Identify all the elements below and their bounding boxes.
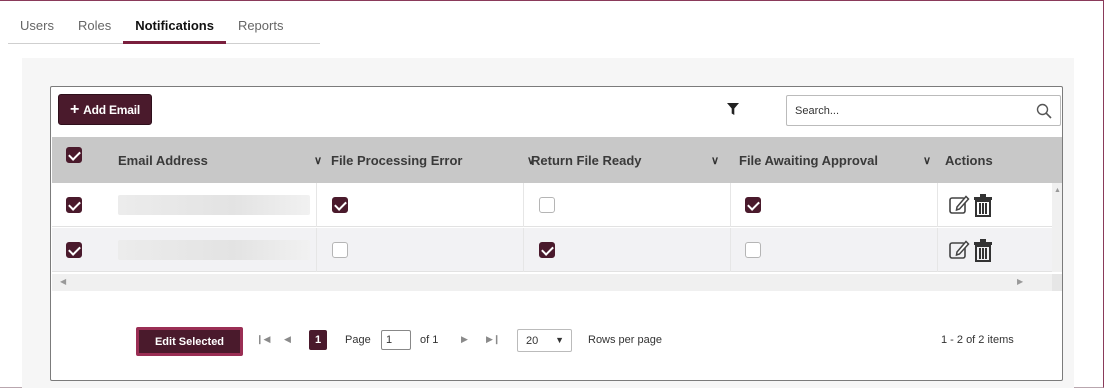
- search-box: [786, 95, 1061, 126]
- search-input[interactable]: [787, 96, 1017, 125]
- column-return-file-ready[interactable]: Return File Ready ∨: [531, 137, 736, 183]
- chevron-down-icon[interactable]: ∨: [923, 154, 931, 167]
- pager: Edit Selected ❙◀ ◀ 1 Page of 1 ▶ ▶❙ 20 ▼…: [51, 325, 1062, 357]
- tab-reports[interactable]: Reports: [226, 18, 296, 43]
- file-processing-error-checkbox[interactable]: [332, 242, 348, 258]
- column-file-awaiting-approval[interactable]: File Awaiting Approval ∨: [739, 137, 949, 183]
- rows-per-page-select[interactable]: 20 ▼: [517, 329, 572, 352]
- trash-icon[interactable]: [972, 238, 994, 262]
- file-processing-error-checkbox[interactable]: [332, 197, 348, 213]
- email-address-value: [118, 195, 310, 215]
- tab-roles[interactable]: Roles: [66, 18, 123, 43]
- scroll-left-icon[interactable]: ◀: [60, 277, 66, 286]
- last-page-icon[interactable]: ▶❙: [486, 334, 500, 345]
- edit-icon[interactable]: [948, 193, 970, 217]
- column-label: Email Address: [118, 152, 208, 168]
- column-label: Return File Ready: [531, 152, 642, 168]
- add-email-button[interactable]: + Add Email: [58, 94, 152, 125]
- return-file-ready-checkbox[interactable]: [539, 197, 555, 213]
- search-icon[interactable]: [1036, 103, 1052, 119]
- column-label: Actions: [945, 152, 993, 168]
- select-all-cell: [66, 137, 82, 183]
- column-email-address[interactable]: Email Address ∨: [118, 137, 324, 183]
- rows-per-page-value: 20: [526, 334, 539, 347]
- edit-selected-button[interactable]: Edit Selected: [136, 327, 243, 356]
- edit-icon[interactable]: [948, 238, 970, 262]
- plus-icon: +: [69, 100, 80, 118]
- trash-icon[interactable]: [972, 193, 994, 217]
- horizontal-scrollbar[interactable]: ◀ ▶: [52, 274, 1062, 291]
- file-awaiting-approval-checkbox[interactable]: [745, 242, 761, 258]
- column-file-processing-error[interactable]: File Processing Error ∨: [331, 137, 535, 183]
- filter-icon[interactable]: [726, 102, 740, 116]
- table-row: [52, 228, 1052, 272]
- column-actions: Actions: [945, 137, 993, 183]
- vertical-scrollbar[interactable]: ▲: [1052, 183, 1062, 272]
- items-summary: 1 - 2 of 2 items: [941, 334, 1014, 346]
- notifications-grid-card: + Add Email Email Address ∨ File Process…: [50, 86, 1063, 381]
- rows-per-page-label: Rows per page: [588, 334, 662, 346]
- tab-users[interactable]: Users: [8, 18, 66, 43]
- page-count-label: of 1: [420, 334, 439, 346]
- first-page-icon[interactable]: ❙◀: [256, 334, 270, 345]
- return-file-ready-checkbox[interactable]: [539, 242, 555, 258]
- page-label: Page: [345, 334, 371, 346]
- scroll-right-icon[interactable]: ▶: [1017, 277, 1023, 286]
- previous-page-icon[interactable]: ◀: [284, 334, 291, 345]
- current-page-button[interactable]: 1: [309, 330, 327, 350]
- scroll-up-icon[interactable]: ▲: [1054, 187, 1061, 194]
- file-awaiting-approval-checkbox[interactable]: [745, 197, 761, 213]
- row-select-checkbox[interactable]: [66, 197, 82, 213]
- column-label: File Processing Error: [331, 152, 463, 168]
- caret-down-icon: ▼: [555, 335, 564, 345]
- row-select-checkbox[interactable]: [66, 242, 82, 258]
- chevron-down-icon[interactable]: ∨: [314, 154, 322, 167]
- tab-bar: Users Roles Notifications Reports: [8, 8, 320, 44]
- grid-header: Email Address ∨ File Processing Error ∨ …: [52, 137, 1062, 183]
- tab-notifications[interactable]: Notifications: [123, 18, 226, 44]
- chevron-down-icon[interactable]: ∨: [711, 154, 719, 167]
- column-label: File Awaiting Approval: [739, 152, 878, 168]
- add-email-label: Add Email: [83, 102, 141, 117]
- email-address-value: [118, 240, 310, 260]
- page-number-input[interactable]: [381, 330, 411, 350]
- table-row: [52, 183, 1052, 227]
- select-all-checkbox[interactable]: [66, 147, 82, 163]
- next-page-icon[interactable]: ▶: [461, 334, 468, 345]
